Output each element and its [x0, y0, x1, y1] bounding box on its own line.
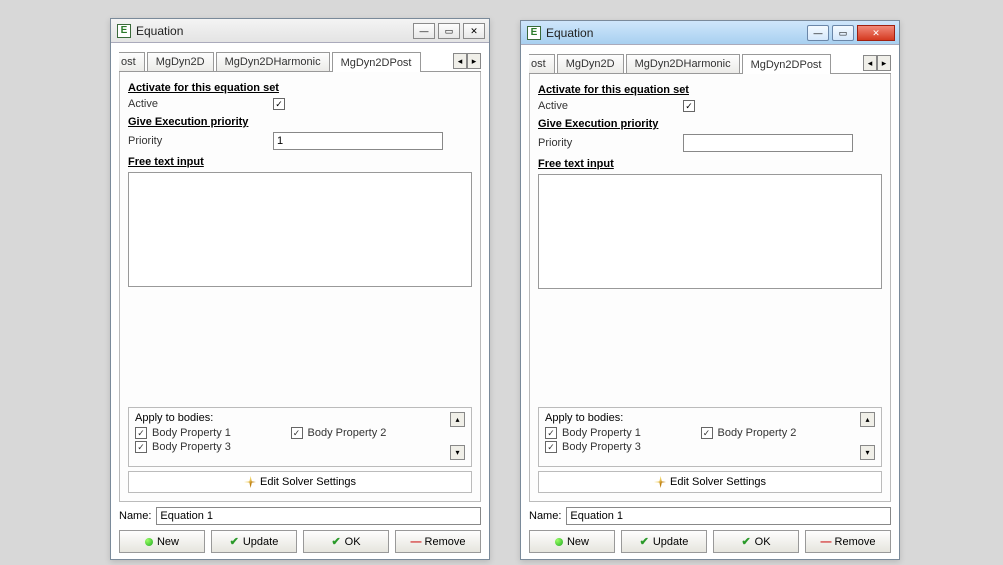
section-freetext: Free text input [128, 156, 472, 168]
close-button[interactable]: ✕ [463, 23, 485, 39]
window-title: Equation [136, 24, 183, 38]
tab-mgdyn2d[interactable]: MgDyn2D [557, 54, 624, 73]
name-row: Name: [119, 507, 481, 525]
bodies-scroll-up[interactable]: ▴ [860, 412, 875, 427]
button-row: New ✔Update ✔OK —Remove [529, 530, 891, 553]
tab-content: Activate for this equation set Active ✓ … [119, 72, 481, 502]
update-button[interactable]: ✔Update [211, 530, 297, 553]
close-button[interactable]: ✕ [857, 25, 895, 41]
minimize-button[interactable]: — [413, 23, 435, 39]
active-checkbox[interactable]: ✓ [683, 100, 695, 112]
active-label: Active [538, 100, 683, 112]
tabstrip: ost MgDyn2D MgDyn2DHarmonic MgDyn2DPost … [529, 53, 891, 74]
priority-label: Priority [538, 137, 683, 149]
edit-solver-settings-button[interactable]: Edit Solver Settings [538, 471, 882, 493]
body-property-2[interactable]: ✓Body Property 2 [701, 427, 857, 439]
section-activate: Activate for this equation set [128, 82, 472, 94]
wand-icon [654, 476, 666, 488]
app-icon: E [117, 24, 131, 38]
active-checkbox[interactable]: ✓ [273, 98, 285, 110]
minus-icon: — [411, 536, 421, 548]
priority-input[interactable] [273, 132, 443, 150]
priority-input[interactable] [683, 134, 853, 152]
tab-scroll-left[interactable]: ◂ [453, 53, 467, 69]
new-button[interactable]: New [529, 530, 615, 553]
active-label: Active [128, 98, 273, 110]
minimize-button[interactable]: — [807, 25, 829, 41]
client-area: ost MgDyn2D MgDyn2DHarmonic MgDyn2DPost … [521, 45, 899, 559]
section-activate: Activate for this equation set [538, 84, 882, 96]
name-row: Name: [529, 507, 891, 525]
remove-button[interactable]: —Remove [395, 530, 481, 553]
tab-scroll-left[interactable]: ◂ [863, 55, 877, 71]
tab-content: Activate for this equation set Active ✓ … [529, 74, 891, 502]
tab-mgdyn2dpost[interactable]: MgDyn2DPost [332, 52, 421, 72]
dot-icon [145, 538, 153, 546]
freetext-input[interactable] [538, 174, 882, 289]
edit-solver-settings-button[interactable]: Edit Solver Settings [128, 471, 472, 493]
check-icon: ✔ [230, 535, 239, 548]
section-priority: Give Execution priority [128, 116, 472, 128]
client-area: ost MgDyn2D MgDyn2DHarmonic MgDyn2DPost … [111, 43, 489, 559]
freetext-input[interactable] [128, 172, 472, 287]
name-label: Name: [529, 510, 561, 522]
tab-mgdyn2dharmonic[interactable]: MgDyn2DHarmonic [216, 52, 330, 71]
body-property-3[interactable]: ✓Body Property 3 [135, 441, 291, 453]
ok-button[interactable]: ✔OK [303, 530, 389, 553]
check-icon: ✔ [640, 535, 649, 548]
tab-mgdyn2d[interactable]: MgDyn2D [147, 52, 214, 71]
tab-mgdyn2dpost[interactable]: MgDyn2DPost [742, 54, 831, 74]
new-button[interactable]: New [119, 530, 205, 553]
apply-bodies-frame: Apply to bodies: ✓Body Property 1 ✓Body … [538, 407, 882, 467]
apply-title: Apply to bodies: [545, 412, 856, 424]
remove-button[interactable]: —Remove [805, 530, 891, 553]
name-label: Name: [119, 510, 151, 522]
tabstrip: ost MgDyn2D MgDyn2DHarmonic MgDyn2DPost … [119, 51, 481, 72]
bodies-scroll-down[interactable]: ▾ [860, 445, 875, 460]
check-icon: ✔ [741, 535, 750, 548]
maximize-button[interactable]: ▭ [438, 23, 460, 39]
body-property-1[interactable]: ✓Body Property 1 [135, 427, 291, 439]
name-input[interactable] [156, 507, 481, 525]
tab-scroll-right[interactable]: ▸ [467, 53, 481, 69]
minus-icon: — [821, 536, 831, 548]
equation-window-right: E Equation — ▭ ✕ ost MgDyn2D MgDyn2DHarm… [520, 20, 900, 560]
body-property-2[interactable]: ✓Body Property 2 [291, 427, 447, 439]
tab-partial-left[interactable]: ost [529, 54, 555, 73]
maximize-button[interactable]: ▭ [832, 25, 854, 41]
tab-partial-left[interactable]: ost [119, 52, 145, 71]
check-icon: ✔ [331, 535, 340, 548]
ok-button[interactable]: ✔OK [713, 530, 799, 553]
tab-scroll-right[interactable]: ▸ [877, 55, 891, 71]
apply-bodies-frame: Apply to bodies: ✓Body Property 1 ✓Body … [128, 407, 472, 467]
update-button[interactable]: ✔Update [621, 530, 707, 553]
bodies-scroll-up[interactable]: ▴ [450, 412, 465, 427]
window-title: Equation [546, 26, 593, 40]
bodies-scroll-down[interactable]: ▾ [450, 445, 465, 460]
apply-title: Apply to bodies: [135, 412, 446, 424]
titlebar: E Equation — ▭ ✕ [111, 19, 489, 43]
button-row: New ✔Update ✔OK —Remove [119, 530, 481, 553]
section-priority: Give Execution priority [538, 118, 882, 130]
equation-window-left: E Equation — ▭ ✕ ost MgDyn2D MgDyn2DHarm… [110, 18, 490, 560]
wand-icon [244, 476, 256, 488]
dot-icon [555, 538, 563, 546]
name-input[interactable] [566, 507, 891, 525]
tab-mgdyn2dharmonic[interactable]: MgDyn2DHarmonic [626, 54, 740, 73]
body-property-3[interactable]: ✓Body Property 3 [545, 441, 701, 453]
titlebar: E Equation — ▭ ✕ [521, 21, 899, 45]
app-icon: E [527, 26, 541, 40]
section-freetext: Free text input [538, 158, 882, 170]
priority-label: Priority [128, 135, 273, 147]
body-property-1[interactable]: ✓Body Property 1 [545, 427, 701, 439]
